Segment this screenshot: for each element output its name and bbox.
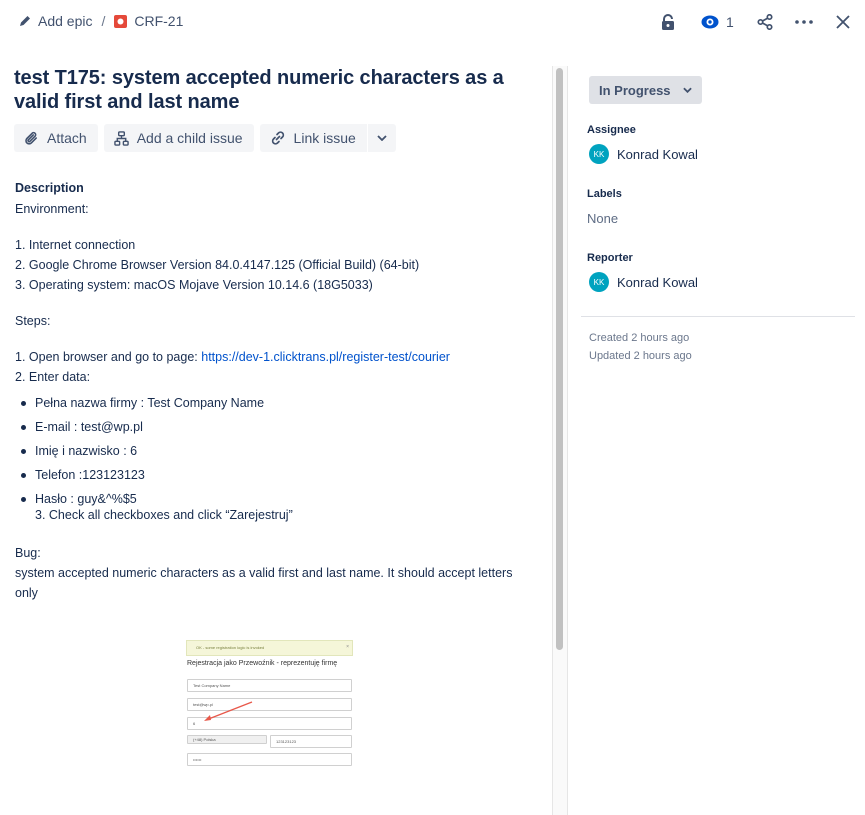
- updated-timestamp: Updated 2 hours ago: [589, 350, 692, 362]
- issue-title[interactable]: test T175: system accepted numeric chara…: [14, 66, 544, 114]
- issue-header: Add epic / CRF-21 1: [0, 0, 865, 44]
- attachment-company-value: Test Company Name: [193, 683, 231, 688]
- lock-icon: [662, 13, 674, 30]
- link-icon: [271, 131, 284, 145]
- attach-label: Attach: [47, 130, 87, 146]
- data-item: Imię i nazwisko : 6: [15, 439, 535, 463]
- chevron-down-icon: [377, 135, 387, 141]
- reporter-field[interactable]: KK Konrad Kowal: [589, 272, 698, 292]
- paperclip-icon: [25, 131, 37, 145]
- bug-label: Bug:: [15, 546, 41, 560]
- add-child-issue-label: Add a child issue: [136, 130, 243, 146]
- breadcrumb: Add epic / CRF-21: [19, 13, 183, 29]
- data-item: Hasło : guy&^%$5: [15, 487, 535, 511]
- share-icon: [757, 14, 773, 30]
- link-issue-dropdown[interactable]: [367, 124, 396, 152]
- data-item: E-mail : test@wp.pl: [15, 415, 535, 439]
- link-issue-label: Link issue: [293, 130, 356, 146]
- more-actions-button[interactable]: [795, 10, 813, 34]
- more-icon: [795, 20, 813, 24]
- hierarchy-icon: [113, 130, 129, 146]
- add-child-issue-button[interactable]: Add a child issue: [103, 124, 254, 152]
- scrollbar-thumb[interactable]: [556, 68, 563, 650]
- step-1-text: 1. Open browser and go to page:: [15, 350, 202, 364]
- env-item: 3. Operating system: macOS Mojave Versio…: [15, 278, 373, 292]
- description-body[interactable]: Environment: 1. Internet connection 2. G…: [15, 199, 535, 603]
- attachment-country-value: (+48) Polska: [193, 737, 216, 742]
- add-epic-label: Add epic: [38, 13, 93, 29]
- attachment-alert: OK - some registration logic is invoked …: [186, 640, 353, 656]
- issue-key: CRF-21: [134, 13, 184, 29]
- attach-button[interactable]: Attach: [14, 124, 98, 152]
- assignee-name: Konrad Kowal: [617, 146, 698, 162]
- red-arrow-annotation: [204, 701, 253, 721]
- description-heading: Description: [15, 181, 84, 195]
- data-item: Telefon :123123123: [15, 463, 535, 487]
- avatar: KK: [589, 144, 609, 164]
- environment-label: Environment:: [15, 202, 89, 216]
- attachment-phone-value: 123123123: [276, 739, 297, 744]
- steps-label: Steps:: [15, 314, 51, 328]
- bug-text: system accepted numeric characters as a …: [15, 566, 513, 600]
- env-item: 2. Google Chrome Browser Version 84.0.41…: [15, 258, 420, 272]
- issue-key-link[interactable]: CRF-21: [114, 13, 183, 29]
- status-dropdown[interactable]: In Progress: [589, 76, 702, 104]
- breadcrumb-separator: /: [101, 13, 106, 29]
- labels-label: Labels: [587, 188, 622, 200]
- attachment-alert-close: ×: [346, 644, 349, 650]
- attachment-password-field: ••••••: [187, 753, 352, 766]
- chevron-down-icon: [682, 87, 692, 93]
- attachment-password-value: ••••••: [193, 757, 202, 762]
- eye-icon: [701, 15, 719, 29]
- env-item: 1. Internet connection: [15, 238, 136, 252]
- pencil-icon: [20, 16, 30, 26]
- bug-type-icon: [114, 14, 128, 28]
- attachment-alert-text: OK - some registration logic is invoked: [196, 645, 265, 650]
- sidebar-divider: [581, 316, 855, 317]
- step-2: 2. Enter data:: [15, 370, 91, 384]
- attachment-company-field: Test Company Name: [187, 679, 352, 692]
- created-timestamp: Created 2 hours ago: [589, 332, 690, 344]
- lock-button[interactable]: [661, 10, 675, 34]
- watch-count: 1: [726, 14, 734, 30]
- vertical-scrollbar[interactable]: [552, 66, 568, 815]
- watch-button[interactable]: 1: [701, 10, 734, 34]
- attachment-name-value: 6: [193, 721, 196, 726]
- register-page-link[interactable]: https://dev-1.clicktrans.pl/register-tes…: [201, 350, 450, 364]
- close-button[interactable]: [836, 10, 850, 34]
- attachment-phone-field: 123123123: [270, 735, 352, 748]
- data-item: Pełna nazwa firmy : Test Company Name: [15, 391, 535, 415]
- link-issue-button[interactable]: Link issue: [259, 124, 367, 152]
- close-icon: [836, 15, 850, 29]
- labels-value[interactable]: None: [587, 211, 618, 226]
- assignee-field[interactable]: KK Konrad Kowal: [589, 144, 698, 164]
- reporter-label: Reporter: [587, 252, 633, 264]
- issue-main: test T175: system accepted numeric chara…: [14, 66, 544, 152]
- step-1: 1. Open browser and go to page: https://…: [15, 347, 535, 367]
- reporter-name: Konrad Kowal: [617, 274, 698, 290]
- status-label: In Progress: [599, 82, 671, 98]
- avatar: KK: [589, 272, 609, 292]
- attachment-heading: Rejestracja jako Przewoźnik - reprezentu…: [187, 660, 338, 667]
- attachment-country-select: (+48) Polska: [187, 735, 267, 744]
- issue-toolbar: Attach Add a child issue Link issue: [14, 124, 544, 152]
- share-button[interactable]: [757, 10, 773, 34]
- attachment-image[interactable]: OK - some registration logic is invoked …: [186, 638, 354, 770]
- assignee-label: Assignee: [587, 124, 636, 136]
- add-epic-link[interactable]: Add epic: [19, 13, 92, 29]
